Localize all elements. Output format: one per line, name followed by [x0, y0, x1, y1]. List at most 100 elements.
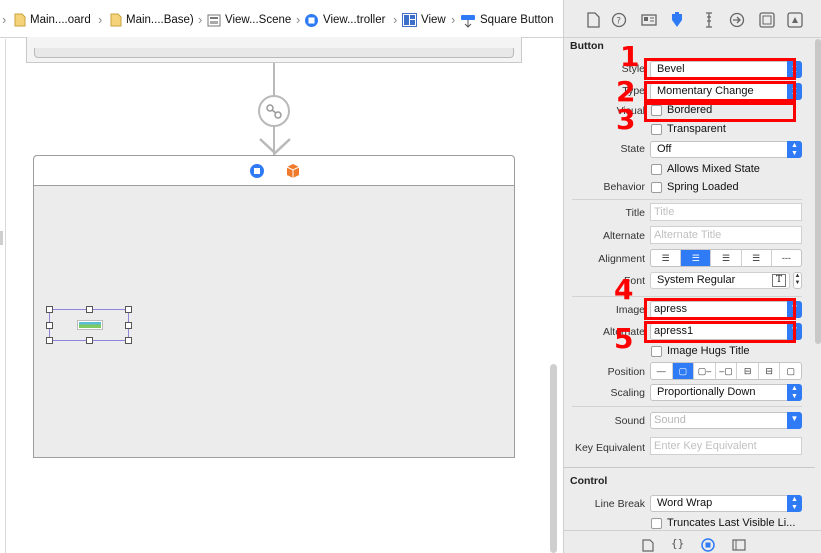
checkbox-box — [651, 163, 662, 175]
breadcrumb-view-controller[interactable]: View...troller — [304, 12, 385, 28]
breadcrumb-main-base[interactable]: Main....Base) — [110, 12, 194, 28]
position-no-image-icon[interactable]: — — [651, 363, 673, 379]
sound-value: Sound — [654, 414, 686, 426]
breadcrumb-label: View...troller — [323, 14, 386, 26]
state-popup[interactable]: Off ▲ ▼ — [650, 141, 802, 158]
key-equivalent-field[interactable]: Enter Key Equivalent — [650, 437, 802, 455]
font-size-stepper[interactable]: ▲ ▼ — [793, 272, 802, 289]
align-justify-icon[interactable]: ☰ — [742, 250, 772, 266]
annotation-box-type — [644, 81, 796, 102]
breadcrumb-label: Main....oard — [30, 14, 91, 26]
position-image-left-icon[interactable]: ▢– — [694, 363, 716, 379]
allows-mixed-text: Allows Mixed State — [667, 163, 760, 175]
view-controller-scene[interactable] — [33, 155, 515, 458]
resize-handle[interactable] — [46, 322, 53, 329]
quick-help-icon[interactable]: ? — [610, 11, 628, 29]
segue-glyph — [266, 104, 282, 119]
title-field[interactable]: Title — [650, 203, 802, 221]
inspector-scrollbar[interactable] — [815, 39, 821, 344]
annotation-box-style — [644, 58, 796, 80]
position-image-right-icon[interactable]: –▢ — [716, 363, 738, 379]
breadcrumb-scene[interactable]: View...Scene — [207, 12, 291, 28]
chevron-right-icon: › — [2, 12, 7, 27]
view-effects-inspector-icon[interactable] — [786, 11, 804, 29]
sound-label: Sound — [614, 415, 645, 427]
breadcrumb-label: View — [421, 14, 446, 26]
line-break-popup[interactable]: Word Wrap ▲ ▼ — [650, 495, 802, 512]
size-inspector-icon[interactable] — [700, 11, 718, 29]
scaling-popup[interactable]: Proportionally Down ▲ ▼ — [650, 384, 802, 401]
chevron-right-icon: › — [393, 12, 398, 27]
annotation-number-1: 1 — [620, 40, 640, 73]
image-position-segmented-control[interactable]: — ▢ ▢– –▢ ⊟ ⊟ ▢ — [650, 362, 802, 380]
resize-handle[interactable] — [125, 337, 132, 344]
resize-handle[interactable] — [86, 337, 93, 344]
previous-scene[interactable] — [26, 37, 522, 63]
annotation-number-5: 5 — [614, 322, 634, 355]
allows-mixed-state-checkbox[interactable]: Allows Mixed State — [651, 163, 760, 175]
breadcrumb-view[interactable]: View — [402, 12, 446, 28]
inspector-tab-bar: ? — [564, 0, 821, 38]
button-image — [77, 320, 103, 330]
align-left-icon[interactable]: ☰ — [651, 250, 682, 266]
truncates-last-line-checkbox[interactable]: Truncates Last Visible Li... — [651, 517, 795, 529]
alignment-segmented-control[interactable]: ☰ ☰ ☰ ☰ --- — [650, 249, 802, 267]
image-hugs-title-text: Image Hugs Title — [667, 345, 750, 357]
breadcrumb-label: Main....Base) — [126, 14, 194, 26]
annotation-box-alternate — [644, 321, 796, 343]
view-controller-icon[interactable] — [249, 163, 265, 179]
media-library-icon[interactable] — [732, 539, 746, 551]
transparent-checkbox[interactable]: Transparent — [651, 123, 726, 135]
breadcrumb-main-storyboard[interactable]: Main....oard — [14, 12, 91, 28]
resize-handle[interactable] — [46, 306, 53, 313]
sound-combo[interactable]: Sound ▼ — [650, 412, 802, 429]
resize-handle[interactable] — [46, 337, 53, 344]
canvas-left-handle[interactable] — [0, 231, 3, 245]
font-field[interactable]: System Regular T — [650, 272, 790, 289]
bindings-inspector-icon[interactable] — [758, 11, 776, 29]
canvas-scrollbar[interactable] — [550, 364, 557, 553]
position-image-only-icon[interactable]: ▢ — [672, 363, 695, 379]
resize-handle[interactable] — [125, 322, 132, 329]
line-break-label: Line Break — [594, 498, 645, 510]
align-natural-icon[interactable]: --- — [772, 250, 801, 266]
resize-handle[interactable] — [125, 306, 132, 313]
position-image-below-icon[interactable]: ⊟ — [737, 363, 759, 379]
object-library-icon[interactable] — [701, 538, 715, 552]
square-button[interactable] — [46, 306, 132, 344]
first-responder-cube-icon[interactable] — [285, 163, 301, 179]
font-picker-icon[interactable]: T — [772, 274, 786, 287]
chevron-right-icon: › — [198, 12, 203, 27]
file-template-icon[interactable] — [642, 539, 654, 552]
previous-scene-view — [34, 48, 514, 58]
stepper-arrows-icon: ▲ ▼ — [787, 384, 802, 401]
resize-handle[interactable] — [86, 306, 93, 313]
connections-inspector-icon[interactable] — [728, 11, 746, 29]
segue-icon[interactable] — [258, 95, 290, 127]
annotation-number-2: 2 — [616, 75, 636, 108]
section-title-control: Control — [570, 475, 608, 487]
line-break-value: Word Wrap — [657, 497, 713, 509]
spring-loaded-checkbox[interactable]: Spring Loaded — [651, 181, 739, 193]
behavior-label: Behavior — [603, 181, 645, 193]
dropdown-arrow-icon: ▼ — [787, 412, 802, 429]
state-label: State — [620, 143, 645, 155]
stepper-arrows-icon: ▲ ▼ — [787, 495, 802, 512]
section-divider — [572, 199, 802, 200]
align-right-icon[interactable]: ☰ — [711, 250, 742, 266]
align-center-icon[interactable]: ☰ — [681, 250, 712, 266]
identity-inspector-icon[interactable] — [640, 11, 658, 29]
canvas-edge — [5, 39, 6, 553]
truncates-text: Truncates Last Visible Li... — [667, 517, 796, 529]
stepper-arrows-icon: ▲ ▼ — [787, 141, 802, 158]
alternate-title-field[interactable]: Alternate Title — [650, 226, 802, 244]
code-snippet-icon[interactable]: {} — [671, 537, 684, 550]
position-overlaps-icon[interactable]: ▢ — [780, 363, 801, 379]
breadcrumb-square-button[interactable]: Square Button — [460, 12, 554, 28]
attributes-inspector-icon[interactable] — [668, 11, 686, 29]
file-inspector-icon[interactable] — [584, 11, 602, 29]
position-image-above-icon[interactable]: ⊟ — [759, 363, 781, 379]
storyboard-canvas[interactable] — [0, 37, 563, 553]
annotation-box-visual — [644, 102, 796, 122]
image-hugs-title-checkbox[interactable]: Image Hugs Title — [651, 345, 750, 357]
